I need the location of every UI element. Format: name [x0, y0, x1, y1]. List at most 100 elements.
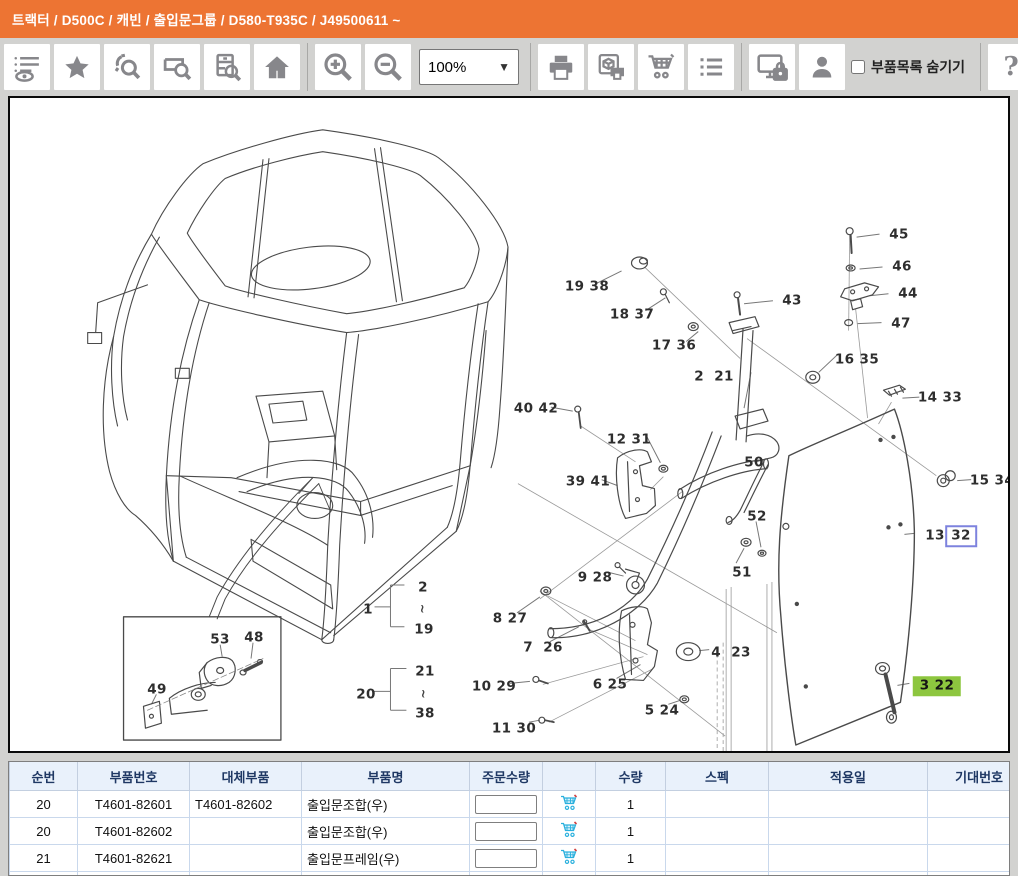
cell-spec [666, 818, 769, 845]
cell-seq [10, 872, 78, 876]
column-header: 대체부품 [190, 762, 302, 791]
toolbar: 100% ▼ [0, 38, 1018, 96]
printer-icon [546, 52, 576, 82]
cell-model_no [928, 791, 1010, 818]
parts-list-visibility-button[interactable] [4, 44, 50, 90]
part-label[interactable]: 9 28 [578, 571, 612, 585]
cell-name: 출입문조합(우) [302, 818, 470, 845]
part-label[interactable]: 50 [744, 456, 764, 470]
part-label[interactable]: 19 38 [565, 280, 609, 294]
cell-seq: 20 [10, 791, 78, 818]
order-qty-input[interactable] [475, 795, 537, 814]
add-to-cart-button[interactable] [560, 821, 579, 841]
part-label[interactable]: 4 23 [711, 646, 751, 660]
hide-parts-group: 부품목록 숨기기 [851, 57, 965, 77]
cell-seq: 21 [10, 845, 78, 872]
part-label[interactable]: 46 [892, 260, 912, 274]
search-refresh-button[interactable] [104, 44, 150, 90]
part-label[interactable]: ~ [416, 604, 428, 614]
cell-name: 출입문프레임(우) [302, 845, 470, 872]
part-label-highlighted[interactable]: 3 22 [913, 676, 961, 696]
screen-lock-button[interactable] [749, 44, 795, 90]
part-label[interactable]: 53 [210, 633, 230, 647]
part-label[interactable]: 12 31 [607, 433, 651, 447]
part-label[interactable]: 39 41 [566, 475, 610, 489]
cell-order-qty [470, 872, 543, 876]
part-label[interactable]: 11 30 [492, 722, 536, 736]
print-button[interactable] [538, 44, 584, 90]
help-button[interactable]: ? [988, 44, 1018, 90]
part-label[interactable]: 15 34 [970, 474, 1010, 488]
cart-button[interactable] [638, 44, 684, 90]
cell-name [302, 872, 470, 876]
diagram-canvas[interactable]: 454644474319 3818 3717 362 2116 3514 334… [8, 96, 1010, 753]
table-row[interactable]: 20T4601-82601T4601-82602출입문조합(우) 1 [10, 791, 1010, 818]
part-label[interactable]: 44 [898, 287, 918, 301]
help-icon: ? [1003, 52, 1018, 82]
search-refresh-icon [112, 52, 142, 82]
part-label[interactable]: 2 [418, 581, 428, 595]
zoom-in-button[interactable] [315, 44, 361, 90]
part-label[interactable]: 49 [147, 683, 167, 697]
order-qty-input[interactable] [475, 849, 537, 868]
breadcrumb: 트랙터 / D500C / 캐빈 / 출입문그룹 / D580-T935C / … [0, 0, 1018, 38]
cart-icon [560, 799, 579, 814]
parts-list-button[interactable] [688, 44, 734, 90]
part-label[interactable]: 16 35 [835, 353, 879, 367]
part-label[interactable]: 19 [414, 623, 434, 637]
part-label[interactable]: 38 [415, 707, 435, 721]
cell-model_no [928, 845, 1010, 872]
column-header: 기대번호 [928, 762, 1010, 791]
part-label[interactable]: 47 [891, 317, 911, 331]
cell-apply_date [769, 818, 928, 845]
home-button[interactable] [254, 44, 300, 90]
part-label[interactable]: 10 29 [472, 680, 516, 694]
part-label[interactable]: 52 [747, 510, 767, 524]
part-label[interactable]: 43 [782, 294, 802, 308]
part-label[interactable]: 48 [244, 631, 264, 645]
part-label[interactable]: 8 27 [493, 612, 527, 626]
add-to-cart-button[interactable] [560, 848, 579, 868]
part-label[interactable]: 7 26 [523, 641, 563, 655]
part-label[interactable]: 13 [925, 529, 945, 543]
cell-name: 출입문조합(우) [302, 791, 470, 818]
cell-part_no: T4601-82601 [78, 791, 190, 818]
area-search-button[interactable] [154, 44, 200, 90]
part-label[interactable]: 40 42 [514, 402, 558, 416]
cell-cart [543, 872, 596, 876]
part-label[interactable]: 21 [415, 665, 435, 679]
list-eye-icon [12, 52, 42, 82]
table-row[interactable] [10, 872, 1010, 876]
zoom-level-value: 100% [428, 59, 466, 76]
favorites-button[interactable] [54, 44, 100, 90]
table-row[interactable]: 20T4601-82602출입문조합(우) 1 [10, 818, 1010, 845]
part-label[interactable]: 5 24 [645, 704, 679, 718]
part-label[interactable]: 14 33 [918, 391, 962, 405]
order-qty-input[interactable] [475, 822, 537, 841]
part-label[interactable]: 20 [356, 688, 376, 702]
add-to-cart-button[interactable] [560, 794, 579, 814]
part-label[interactable]: 51 [732, 566, 752, 580]
catalog-search-button[interactable] [204, 44, 250, 90]
zoom-level-select[interactable]: 100% ▼ [419, 49, 519, 85]
part-label-boxed[interactable]: 32 [945, 525, 977, 547]
hide-parts-checkbox[interactable] [851, 60, 865, 74]
column-header: 부품번호 [78, 762, 190, 791]
cart-icon [560, 853, 579, 868]
part-label[interactable]: 1 [363, 603, 373, 617]
cell-qty: 1 [596, 845, 666, 872]
cell-order-qty [470, 818, 543, 845]
part-label[interactable]: 45 [889, 228, 909, 242]
cell-spec [666, 872, 769, 876]
user-button[interactable] [799, 44, 845, 90]
print-image-button[interactable] [588, 44, 634, 90]
part-label[interactable]: 18 37 [610, 308, 654, 322]
cell-model_no [928, 818, 1010, 845]
part-label[interactable]: ~ [417, 689, 429, 699]
part-label[interactable]: 6 25 [593, 678, 627, 692]
part-label[interactable]: 17 36 [652, 339, 696, 353]
part-label[interactable]: 2 21 [694, 370, 734, 384]
zoom-out-button[interactable] [365, 44, 411, 90]
table-row[interactable]: 21T4601-82621출입문프레임(우) 1 [10, 845, 1010, 872]
hide-parts-label[interactable]: 부품목록 숨기기 [871, 57, 965, 77]
